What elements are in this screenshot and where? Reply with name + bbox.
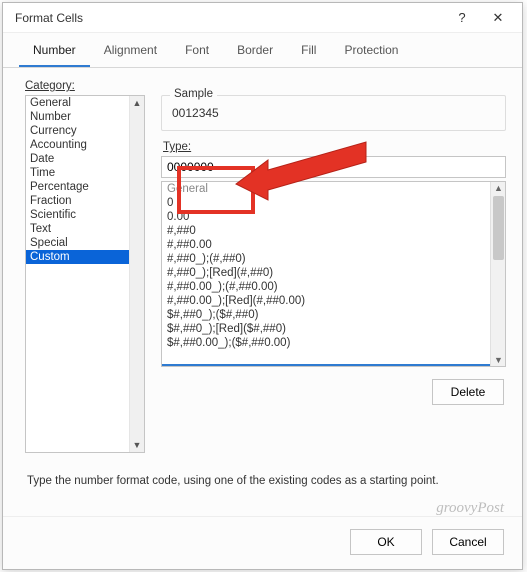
cancel-button[interactable]: Cancel	[432, 529, 504, 555]
format-item[interactable]: 0	[162, 196, 490, 210]
tab-fill[interactable]: Fill	[287, 37, 330, 67]
titlebar: Format Cells ? ✕	[3, 3, 522, 33]
format-item[interactable]: #,##0_);(#,##0)	[162, 252, 490, 266]
category-item[interactable]: Time	[26, 166, 129, 180]
format-cells-dialog: Format Cells ? ✕ Number Alignment Font B…	[2, 2, 523, 570]
format-listbox[interactable]: General00.00#,##0#,##0.00#,##0_);(#,##0)…	[161, 181, 506, 367]
tab-alignment[interactable]: Alignment	[90, 37, 171, 67]
sample-label: Sample	[170, 88, 217, 100]
category-item[interactable]: Scientific	[26, 208, 129, 222]
scrollbar[interactable]: ▲ ▼	[490, 182, 505, 366]
scroll-down-icon[interactable]: ▼	[494, 355, 503, 365]
help-button[interactable]: ?	[444, 4, 480, 32]
tab-number[interactable]: Number	[19, 37, 90, 67]
sample-value: 0012345	[172, 104, 495, 120]
category-item[interactable]: Percentage	[26, 180, 129, 194]
format-item[interactable]: #,##0.00	[162, 238, 490, 252]
category-item[interactable]: Special	[26, 236, 129, 250]
format-item[interactable]: 0.00	[162, 210, 490, 224]
format-item[interactable]: $#,##0_);[Red]($#,##0)	[162, 322, 490, 336]
ok-label: OK	[377, 535, 394, 549]
format-item[interactable]: #,##0	[162, 224, 490, 238]
tab-border[interactable]: Border	[223, 37, 287, 67]
category-item[interactable]: Fraction	[26, 194, 129, 208]
dialog-title: Format Cells	[15, 11, 83, 25]
category-item[interactable]: General	[26, 96, 129, 110]
category-item[interactable]: Accounting	[26, 138, 129, 152]
format-item[interactable]: $#,##0.00_);($#,##0.00)	[162, 336, 490, 350]
help-icon: ?	[458, 10, 465, 25]
type-label: Type:	[163, 141, 506, 153]
category-label: Category:	[25, 80, 506, 92]
dialog-footer: OK Cancel	[3, 516, 522, 569]
category-item[interactable]: Custom	[26, 250, 129, 264]
scroll-down-icon[interactable]: ▼	[133, 438, 142, 452]
scroll-up-icon[interactable]: ▲	[133, 96, 142, 110]
format-item[interactable]: #,##0_);[Red](#,##0)	[162, 266, 490, 280]
category-item[interactable]: Currency	[26, 124, 129, 138]
scroll-up-icon[interactable]: ▲	[494, 183, 503, 193]
scroll-thumb[interactable]	[493, 196, 504, 260]
tab-protection[interactable]: Protection	[330, 37, 412, 67]
tab-font[interactable]: Font	[171, 37, 223, 67]
close-icon: ✕	[493, 10, 504, 26]
cancel-label: Cancel	[449, 535, 486, 549]
category-item[interactable]: Number	[26, 110, 129, 124]
delete-label: Delete	[451, 385, 486, 399]
format-item[interactable]: #,##0.00_);[Red](#,##0.00)	[162, 294, 490, 308]
category-listbox[interactable]: GeneralNumberCurrencyAccountingDateTimeP…	[25, 95, 145, 453]
category-item[interactable]: Text	[26, 222, 129, 236]
scrollbar[interactable]: ▲ ▼	[129, 96, 144, 452]
hint-text: Type the number format code, using one o…	[27, 475, 506, 487]
type-input[interactable]	[161, 156, 506, 178]
delete-button[interactable]: Delete	[432, 379, 504, 405]
ok-button[interactable]: OK	[350, 529, 422, 555]
content: Category: GeneralNumberCurrencyAccountin…	[3, 68, 522, 516]
format-item[interactable]: $#,##0_);($#,##0)	[162, 308, 490, 322]
category-item[interactable]: Date	[26, 152, 129, 166]
tabs: Number Alignment Font Border Fill Protec…	[3, 33, 522, 68]
sample-group: Sample 0012345	[161, 95, 506, 131]
format-item[interactable]: #,##0.00_);(#,##0.00)	[162, 280, 490, 294]
close-button[interactable]: ✕	[480, 4, 516, 32]
format-item[interactable]: General	[162, 182, 490, 196]
